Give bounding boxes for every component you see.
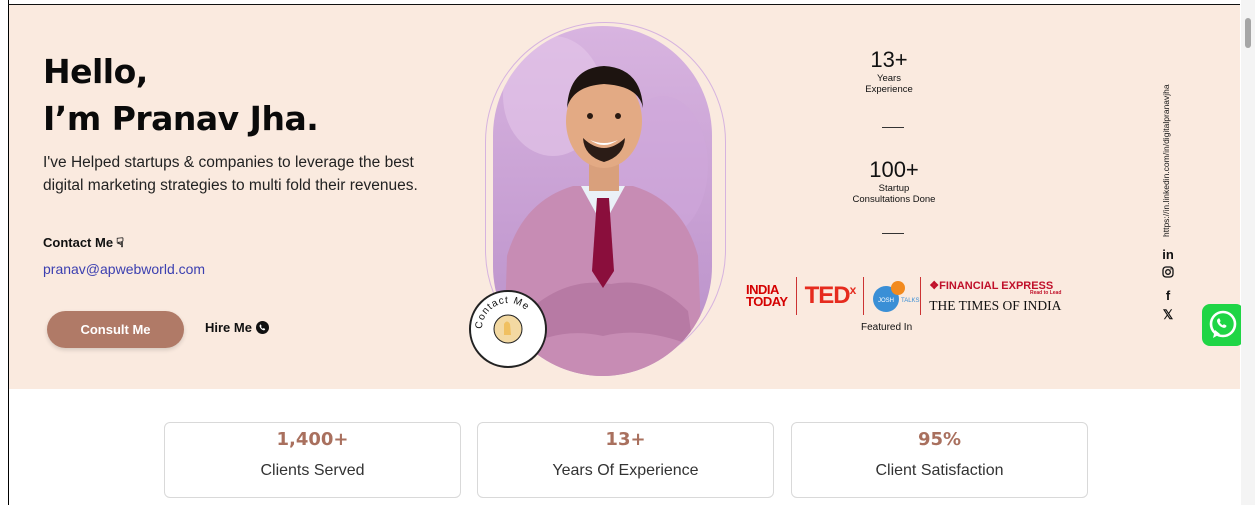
josh-talks-logo: JOSH TALKS xyxy=(872,279,920,313)
tedx-logo: TEDx xyxy=(804,282,857,309)
stat-card-experience: 13+ Years Of Experience xyxy=(477,422,774,498)
stat-card-satisfaction: 95% Client Satisfaction xyxy=(791,422,1088,498)
card-label: Clients Served xyxy=(260,462,365,479)
whatsapp-float-button[interactable] xyxy=(1202,304,1244,346)
card-label: Years Of Experience xyxy=(552,462,699,479)
hire-me-text: Hire Me xyxy=(205,320,252,335)
divider xyxy=(882,127,904,128)
svg-text:TALKS: TALKS xyxy=(901,298,920,304)
linkedin-icon[interactable]: in xyxy=(1160,247,1176,262)
logo-separator xyxy=(863,277,865,315)
financial-express-logo: ❖FINANCIAL EXPRESS Read to Lead xyxy=(929,279,1062,296)
scrollbar[interactable] xyxy=(1241,0,1255,505)
stat-label: Experience xyxy=(865,84,913,95)
stat-label: Years xyxy=(877,73,901,84)
stat-label: Consultations Done xyxy=(852,194,936,205)
stat-consultations: 100+ Startup Consultations Done xyxy=(844,157,944,205)
stat-years-experience: 13+ Years Experience xyxy=(854,47,924,95)
card-number: 1,400+ xyxy=(276,429,349,450)
page-title: Hello, I’m Pranav Jha. xyxy=(43,48,319,142)
logo-separator xyxy=(795,277,797,315)
greeting-line-1: Hello, xyxy=(43,52,148,91)
stat-label: Startup xyxy=(878,183,910,194)
email-link[interactable]: pranav@apwebworld.com xyxy=(43,261,205,277)
divider xyxy=(882,233,904,234)
stat-number: 100+ xyxy=(869,157,919,182)
financial-express-times-of-india-logos: ❖FINANCIAL EXPRESS Read to Lead THE TIMES… xyxy=(929,279,1061,314)
card-number: 13+ xyxy=(605,429,646,450)
instagram-icon[interactable] xyxy=(1160,266,1176,281)
contact-me-badge[interactable]: Contact Me xyxy=(469,290,547,368)
contact-me-label: Contact Me ☟ xyxy=(43,235,124,251)
linkedin-url[interactable]: https://in.linkedin.com/in/digitalpranav… xyxy=(1161,84,1171,237)
card-number: 95% xyxy=(917,429,962,450)
scrollbar-thumb[interactable] xyxy=(1245,18,1251,48)
greeting-line-2: I’m Pranav Jha. xyxy=(43,99,319,138)
pointing-down-icon: ☟ xyxy=(116,235,124,250)
hire-me-link[interactable]: Hire Me xyxy=(205,320,269,335)
intro-text: I've Helped startups & companies to leve… xyxy=(43,154,418,194)
page-frame-top xyxy=(8,4,1240,5)
stat-card-clients: 1,400+ Clients Served xyxy=(164,422,461,498)
x-icon[interactable]: 𝕏 xyxy=(1160,307,1176,323)
contact-me-text: Contact Me xyxy=(43,235,114,250)
india-today-logo: INDIA TODAY xyxy=(746,282,788,309)
times-of-india-logo: THE TIMES OF INDIA xyxy=(929,297,1062,313)
card-label: Client Satisfaction xyxy=(875,462,1004,479)
consult-me-button[interactable]: Consult Me xyxy=(47,311,184,348)
featured-logos: INDIA TODAY TEDx JOSH TALKS ❖FINANCIAL E… xyxy=(746,277,1061,315)
svg-text:JOSH: JOSH xyxy=(878,298,894,304)
stat-number: 13+ xyxy=(870,47,908,72)
featured-in-label: Featured In xyxy=(861,322,913,333)
whatsapp-small-icon xyxy=(255,321,269,334)
whatsapp-icon xyxy=(1209,310,1237,338)
facebook-icon[interactable]: f xyxy=(1160,288,1176,303)
